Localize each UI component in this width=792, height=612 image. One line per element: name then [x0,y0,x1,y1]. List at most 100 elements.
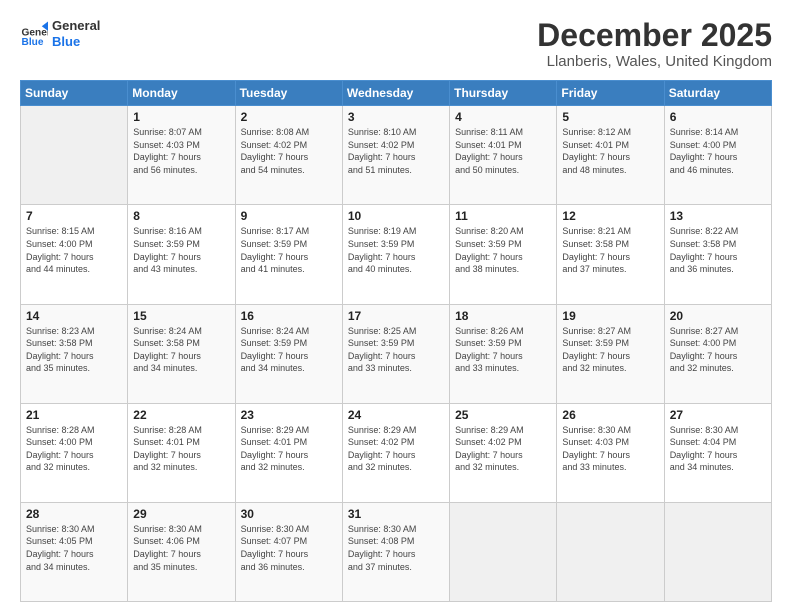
day-info: Sunrise: 8:10 AM Sunset: 4:02 PM Dayligh… [348,126,444,176]
calendar-cell: 3 Sunrise: 8:10 AM Sunset: 4:02 PM Daylig… [342,106,449,205]
calendar-cell: 14 Sunrise: 8:23 AM Sunset: 3:58 PM Dayli… [21,304,128,403]
day-number: 10 [348,209,444,223]
calendar-cell: 30 Sunrise: 8:30 AM Sunset: 4:07 PM Dayli… [235,502,342,601]
calendar-cell: 18Sunrise: 8:26 AM Sunset: 3:59 PM Dayli… [450,304,557,403]
logo-icon: General Blue [20,20,48,48]
day-number: 18 [455,309,551,323]
day-info: Sunrise: 8:11 AM Sunset: 4:01 PM Dayligh… [455,126,551,176]
calendar-cell [450,502,557,601]
day-number: 11 [455,209,551,223]
calendar-cell [664,502,771,601]
calendar-cell: 23Sunrise: 8:29 AM Sunset: 4:01 PM Dayli… [235,403,342,502]
calendar-cell: 19Sunrise: 8:27 AM Sunset: 3:59 PM Dayli… [557,304,664,403]
day-number: 30 [241,507,337,521]
calendar-cell: 9 Sunrise: 8:17 AM Sunset: 3:59 PM Daylig… [235,205,342,304]
weekday-header-saturday: Saturday [664,81,771,106]
day-info: Sunrise: 8:29 AM Sunset: 4:01 PM Dayligh… [241,424,337,474]
day-info: Sunrise: 8:24 AM Sunset: 3:58 PM Dayligh… [133,325,229,375]
day-info: Sunrise: 8:25 AM Sunset: 3:59 PM Dayligh… [348,325,444,375]
day-info: Sunrise: 8:20 AM Sunset: 3:59 PM Dayligh… [455,225,551,275]
day-info: Sunrise: 8:08 AM Sunset: 4:02 PM Dayligh… [241,126,337,176]
calendar-week-row: 14 Sunrise: 8:23 AM Sunset: 3:58 PM Dayli… [21,304,772,403]
day-info: Sunrise: 8:30 AM Sunset: 4:07 PM Dayligh… [241,523,337,573]
day-info: Sunrise: 8:22 AM Sunset: 3:58 PM Dayligh… [670,225,766,275]
day-info: Sunrise: 8:30 AM Sunset: 4:06 PM Dayligh… [133,523,229,573]
day-info: Sunrise: 8:19 AM Sunset: 3:59 PM Dayligh… [348,225,444,275]
day-number: 21 [26,408,122,422]
day-number: 2 [241,110,337,124]
day-info: Sunrise: 8:21 AM Sunset: 3:58 PM Dayligh… [562,225,658,275]
calendar-table: SundayMondayTuesdayWednesdayThursdayFrid… [20,80,772,602]
day-info: Sunrise: 8:23 AM Sunset: 3:58 PM Dayligh… [26,325,122,375]
calendar-cell: 16 Sunrise: 8:24 AM Sunset: 3:59 PM Dayli… [235,304,342,403]
calendar-cell: 13 Sunrise: 8:22 AM Sunset: 3:58 PM Dayli… [664,205,771,304]
day-number: 16 [241,309,337,323]
day-info: Sunrise: 8:30 AM Sunset: 4:03 PM Dayligh… [562,424,658,474]
calendar-cell: 20 Sunrise: 8:27 AM Sunset: 4:00 PM Dayli… [664,304,771,403]
day-number: 1 [133,110,229,124]
svg-text:Blue: Blue [22,36,44,47]
weekday-header-thursday: Thursday [450,81,557,106]
calendar-cell: 11 Sunrise: 8:20 AM Sunset: 3:59 PM Dayli… [450,205,557,304]
calendar-cell: 5Sunrise: 8:12 AM Sunset: 4:01 PM Daylig… [557,106,664,205]
day-number: 9 [241,209,337,223]
day-number: 12 [562,209,658,223]
day-number: 13 [670,209,766,223]
calendar-cell: 26Sunrise: 8:30 AM Sunset: 4:03 PM Dayli… [557,403,664,502]
weekday-header-tuesday: Tuesday [235,81,342,106]
weekday-header-row: SundayMondayTuesdayWednesdayThursdayFrid… [21,81,772,106]
calendar-cell: 2 Sunrise: 8:08 AM Sunset: 4:02 PM Daylig… [235,106,342,205]
calendar-cell: 12 Sunrise: 8:21 AM Sunset: 3:58 PM Dayli… [557,205,664,304]
day-number: 17 [348,309,444,323]
day-number: 14 [26,309,122,323]
day-info: Sunrise: 8:30 AM Sunset: 4:08 PM Dayligh… [348,523,444,573]
calendar-cell: 31Sunrise: 8:30 AM Sunset: 4:08 PM Dayli… [342,502,449,601]
day-info: Sunrise: 8:30 AM Sunset: 4:05 PM Dayligh… [26,523,122,573]
day-number: 25 [455,408,551,422]
calendar-cell: 29 Sunrise: 8:30 AM Sunset: 4:06 PM Dayli… [128,502,235,601]
day-number: 24 [348,408,444,422]
calendar-cell [21,106,128,205]
day-number: 29 [133,507,229,521]
calendar-cell: 1Sunrise: 8:07 AM Sunset: 4:03 PM Daylig… [128,106,235,205]
day-info: Sunrise: 8:29 AM Sunset: 4:02 PM Dayligh… [348,424,444,474]
day-number: 27 [670,408,766,422]
day-info: Sunrise: 8:27 AM Sunset: 3:59 PM Dayligh… [562,325,658,375]
day-info: Sunrise: 8:24 AM Sunset: 3:59 PM Dayligh… [241,325,337,375]
weekday-header-sunday: Sunday [21,81,128,106]
calendar-title: December 2025 [537,18,772,53]
day-number: 20 [670,309,766,323]
calendar-subtitle: Llanberis, Wales, United Kingdom [537,53,772,70]
calendar-cell: 8 Sunrise: 8:16 AM Sunset: 3:59 PM Daylig… [128,205,235,304]
calendar-cell: 4Sunrise: 8:11 AM Sunset: 4:01 PM Daylig… [450,106,557,205]
calendar-cell: 22 Sunrise: 8:28 AM Sunset: 4:01 PM Dayli… [128,403,235,502]
header: General Blue General Blue December 2025 … [20,18,772,70]
calendar-week-row: 7 Sunrise: 8:15 AM Sunset: 4:00 PM Daylig… [21,205,772,304]
calendar-cell: 17 Sunrise: 8:25 AM Sunset: 3:59 PM Dayli… [342,304,449,403]
day-info: Sunrise: 8:14 AM Sunset: 4:00 PM Dayligh… [670,126,766,176]
day-info: Sunrise: 8:28 AM Sunset: 4:00 PM Dayligh… [26,424,122,474]
day-info: Sunrise: 8:27 AM Sunset: 4:00 PM Dayligh… [670,325,766,375]
day-info: Sunrise: 8:15 AM Sunset: 4:00 PM Dayligh… [26,225,122,275]
calendar-cell: 27Sunrise: 8:30 AM Sunset: 4:04 PM Dayli… [664,403,771,502]
day-number: 8 [133,209,229,223]
day-number: 22 [133,408,229,422]
day-number: 28 [26,507,122,521]
calendar-week-row: 28 Sunrise: 8:30 AM Sunset: 4:05 PM Dayli… [21,502,772,601]
day-number: 3 [348,110,444,124]
calendar-cell: 21 Sunrise: 8:28 AM Sunset: 4:00 PM Dayli… [21,403,128,502]
calendar-cell: 28 Sunrise: 8:30 AM Sunset: 4:05 PM Dayli… [21,502,128,601]
day-info: Sunrise: 8:17 AM Sunset: 3:59 PM Dayligh… [241,225,337,275]
weekday-header-monday: Monday [128,81,235,106]
logo-line2: Blue [52,34,100,50]
day-info: Sunrise: 8:16 AM Sunset: 3:59 PM Dayligh… [133,225,229,275]
day-number: 5 [562,110,658,124]
day-info: Sunrise: 8:28 AM Sunset: 4:01 PM Dayligh… [133,424,229,474]
day-info: Sunrise: 8:29 AM Sunset: 4:02 PM Dayligh… [455,424,551,474]
page: General Blue General Blue December 2025 … [0,0,792,612]
title-block: December 2025 Llanberis, Wales, United K… [537,18,772,70]
calendar-cell: 7 Sunrise: 8:15 AM Sunset: 4:00 PM Daylig… [21,205,128,304]
calendar-week-row: 1Sunrise: 8:07 AM Sunset: 4:03 PM Daylig… [21,106,772,205]
weekday-header-wednesday: Wednesday [342,81,449,106]
day-number: 7 [26,209,122,223]
